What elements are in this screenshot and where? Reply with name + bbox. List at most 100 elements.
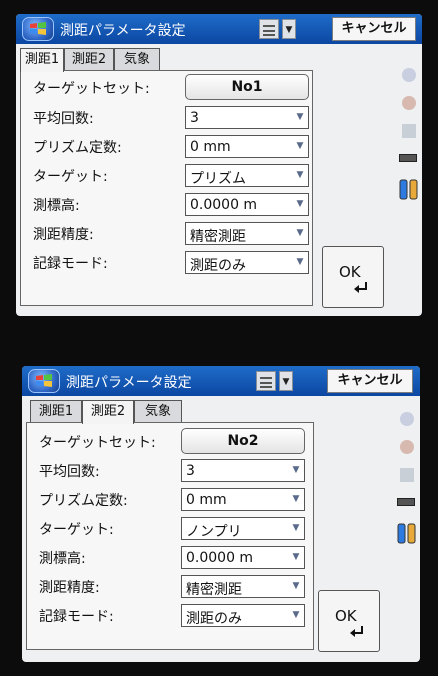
row-target: ターゲット: プリズム ▼: [21, 161, 312, 189]
tab-weather[interactable]: 気象: [114, 48, 160, 70]
target-set-button[interactable]: No1: [185, 74, 309, 100]
row-distance-precision: 測距精度: 精密測距 ▼: [27, 572, 313, 600]
record-mode-value: 測距のみ: [186, 611, 242, 627]
record-mode-label: 記録モード:: [33, 256, 108, 272]
chevron-down-icon: ▼: [296, 112, 304, 122]
chevron-down-icon: ▼: [296, 170, 304, 180]
distance-precision-label: 測距精度:: [33, 227, 94, 243]
ok-label: OK: [339, 263, 361, 281]
row-record-mode: 記録モード: 測距のみ ▼: [21, 248, 312, 276]
row-prism-constant: プリズム定数: 0 mm ▼: [21, 132, 312, 160]
target-label: ターゲット:: [39, 522, 114, 538]
prism-constant-label: プリズム定数:: [39, 493, 128, 509]
plus-icon: [402, 124, 416, 138]
start-button[interactable]: [22, 17, 54, 41]
average-count-label: 平均回数:: [33, 111, 94, 127]
tab-distance-1[interactable]: 測距1: [30, 400, 82, 422]
target-select[interactable]: ノンプリ ▼: [181, 517, 305, 540]
device-screen-1: 測距パラメータ設定 ▼ キャンセル 測距1 測距2 気象 ターゲットセット: N…: [16, 14, 422, 316]
record-mode-label: 記録モード:: [39, 609, 114, 625]
tab-distance-2[interactable]: 測距2: [82, 400, 134, 424]
dual-battery-icon: [397, 522, 417, 544]
target-set-button[interactable]: No2: [181, 428, 305, 454]
window-title: 測距パラメータ設定: [66, 375, 192, 391]
record-mode-select[interactable]: 測距のみ ▼: [185, 251, 309, 274]
chevron-down-icon: ▼: [292, 610, 300, 620]
row-distance-precision: 測距精度: 精密測距 ▼: [21, 219, 312, 247]
title-bar: 測距パラメータ設定 ▼ キャンセル: [22, 366, 420, 396]
chevron-down-icon: ▼: [296, 141, 304, 151]
row-target-set: ターゲットセット: No2: [27, 427, 313, 455]
row-target-height: 測標高: 0.0000 m ▼: [21, 190, 312, 218]
chevron-down-icon[interactable]: ▼: [282, 19, 296, 39]
record-mode-value: 測距のみ: [190, 258, 246, 274]
average-count-label: 平均回数:: [39, 464, 100, 480]
target-value: ノンプリ: [186, 524, 242, 540]
plus-icon: [400, 468, 414, 482]
row-target: ターゲット: ノンプリ ▼: [27, 514, 313, 542]
tab-distance-1[interactable]: 測距1: [20, 48, 64, 72]
target-height-value: 0.0000 m: [190, 197, 258, 213]
chevron-down-icon: ▼: [292, 581, 300, 591]
battery-icon: [397, 498, 415, 506]
tab-distance-2[interactable]: 測距2: [64, 48, 114, 70]
status-column: [396, 48, 422, 316]
chevron-down-icon: ▼: [296, 228, 304, 238]
device-screen-2: 測距パラメータ設定 ▼ キャンセル 測距1 測距2 気象 ターゲットセット: N…: [22, 366, 420, 662]
chevron-down-icon: ▼: [292, 465, 300, 475]
parameter-panel: ターゲットセット: No1 平均回数: 3 ▼ プリズム定数: 0 mm ▼ ターゲ…: [20, 70, 313, 306]
target-height-select[interactable]: 0.0000 m ▼: [181, 546, 305, 569]
window-title: 測距パラメータ設定: [60, 23, 186, 39]
title-bar: 測距パラメータ設定 ▼ キャンセル: [16, 14, 422, 44]
chevron-down-icon: ▼: [292, 552, 300, 562]
prism-constant-select[interactable]: 0 mm ▼: [185, 135, 309, 158]
distance-precision-label: 測距精度:: [39, 580, 100, 596]
cancel-button[interactable]: キャンセル: [332, 17, 416, 41]
star-icon: [400, 412, 414, 426]
dual-battery-icon: [399, 178, 419, 200]
target-select[interactable]: プリズム ▼: [185, 164, 309, 187]
status-column: [394, 400, 420, 662]
battery-icon: [399, 154, 417, 162]
prism-constant-value: 0 mm: [190, 139, 231, 155]
record-mode-select[interactable]: 測距のみ ▼: [181, 604, 305, 627]
target-value: プリズム: [190, 171, 246, 187]
keyboard-icon[interactable]: [259, 19, 279, 39]
target-set-label: ターゲットセット:: [33, 81, 150, 97]
keyboard-icon[interactable]: [256, 371, 276, 391]
distance-precision-value: 精密測距: [190, 229, 246, 245]
prism-constant-value: 0 mm: [186, 492, 227, 508]
row-average-count: 平均回数: 3 ▼: [21, 103, 312, 131]
signal-icon: [402, 96, 416, 110]
average-count-select[interactable]: 3 ▼: [181, 459, 305, 482]
distance-precision-value: 精密測距: [186, 582, 242, 598]
tab-weather[interactable]: 気象: [134, 400, 182, 422]
prism-constant-select[interactable]: 0 mm ▼: [181, 488, 305, 511]
ok-button[interactable]: OK: [322, 246, 384, 308]
row-target-set: ターゲットセット: No1: [21, 73, 312, 101]
chevron-down-icon: ▼: [292, 523, 300, 533]
target-height-select[interactable]: 0.0000 m ▼: [185, 193, 309, 216]
cancel-button[interactable]: キャンセル: [327, 369, 413, 393]
parameter-panel: ターゲットセット: No2 平均回数: 3 ▼ プリズム定数: 0 mm ▼ ターゲ…: [26, 422, 314, 650]
distance-precision-select[interactable]: 精密測距 ▼: [185, 222, 309, 245]
ok-label: OK: [335, 607, 357, 625]
chevron-down-icon: ▼: [296, 199, 304, 209]
average-count-value: 3: [190, 110, 199, 126]
enter-arrow-icon: [354, 282, 367, 293]
target-height-label: 測標高:: [39, 551, 86, 567]
row-target-height: 測標高: 0.0000 m ▼: [27, 543, 313, 571]
chevron-down-icon[interactable]: ▼: [279, 371, 293, 391]
signal-icon: [400, 440, 414, 454]
target-set-label: ターゲットセット:: [39, 435, 156, 451]
chevron-down-icon: ▼: [292, 494, 300, 504]
row-record-mode: 記録モード: 測距のみ ▼: [27, 601, 313, 629]
ok-button[interactable]: OK: [318, 590, 380, 652]
star-icon: [402, 68, 416, 82]
row-average-count: 平均回数: 3 ▼: [27, 456, 313, 484]
average-count-value: 3: [186, 463, 195, 479]
average-count-select[interactable]: 3 ▼: [185, 106, 309, 129]
start-button[interactable]: [28, 369, 60, 393]
distance-precision-select[interactable]: 精密測距 ▼: [181, 575, 305, 598]
enter-arrow-icon: [350, 626, 363, 637]
